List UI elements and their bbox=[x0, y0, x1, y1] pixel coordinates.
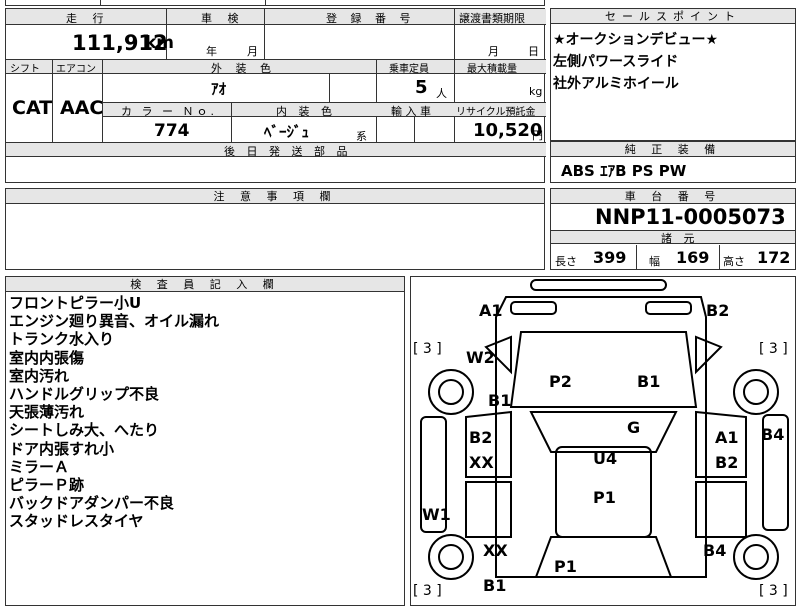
inspection-label: 車 検 bbox=[201, 12, 245, 25]
mileage-unit: km bbox=[145, 33, 175, 53]
damage-mark: B4 bbox=[703, 541, 727, 560]
damage-mark: P2 bbox=[549, 372, 572, 391]
inspector-note: トランク水入り bbox=[9, 330, 115, 349]
sales-point-line: 社外アルミホイール bbox=[553, 76, 679, 92]
inspector-note: バックドアダンパー不良 bbox=[9, 494, 175, 513]
damage-mark: B4 bbox=[761, 425, 785, 444]
damage-mark: U4 bbox=[593, 449, 618, 468]
capacity-unit: 人 bbox=[436, 87, 447, 100]
tire-mark: [ 3 ] bbox=[413, 341, 442, 357]
tire-mark: [ 3 ] bbox=[413, 583, 442, 599]
damage-mark: W2 bbox=[466, 348, 495, 367]
capacity-value: 5 bbox=[415, 77, 428, 98]
reg-label: 登 録 番 号 bbox=[326, 12, 416, 25]
height-label: 高さ bbox=[723, 255, 745, 268]
inspector-note: エンジン廻り異音、オイル漏れ bbox=[9, 312, 220, 331]
color-no-label: カ ラ ー Ｎｏ. bbox=[121, 105, 217, 118]
transfer-label: 譲渡書類期限 bbox=[459, 12, 525, 25]
height-value: 172 bbox=[757, 248, 791, 267]
inspector-note: ピラーＰ跡 bbox=[9, 476, 85, 495]
spec-grid: 走 行 車 検 登 録 番 号 譲渡書類期限 111,912 km 年 月 月 … bbox=[5, 8, 546, 183]
equipment-label: 純 正 装 備 bbox=[551, 142, 795, 157]
top-strip bbox=[5, 0, 545, 6]
ac-label: エアコン bbox=[56, 64, 96, 75]
chassis-value: NNP11-0005073 bbox=[595, 205, 786, 229]
width-label: 幅 bbox=[649, 255, 660, 268]
chassis-label: 車 台 番 号 bbox=[551, 189, 795, 204]
width-value: 169 bbox=[676, 248, 710, 267]
damage-mark: B1 bbox=[637, 372, 661, 391]
length-value: 399 bbox=[593, 248, 627, 267]
damage-mark: G bbox=[627, 418, 641, 437]
damage-mark: P1 bbox=[554, 557, 577, 576]
tire-mark: [ 3 ] bbox=[759, 583, 788, 599]
color-no-value: 774 bbox=[154, 121, 190, 141]
caution-panel: 注 意 事 項 欄 bbox=[5, 188, 545, 270]
damage-mark: A1 bbox=[715, 428, 739, 447]
shift-label: シフト bbox=[10, 64, 40, 75]
damage-mark: B2 bbox=[469, 428, 493, 447]
damage-mark: XX bbox=[483, 541, 508, 560]
damage-mark: P1 bbox=[593, 488, 616, 507]
recycle-unit: 円 bbox=[532, 129, 543, 142]
inspection-year: 年 bbox=[206, 45, 217, 58]
inspector-label: 検 査 員 記 入 欄 bbox=[6, 277, 404, 292]
recycle-label: リサイクル預託金 bbox=[456, 107, 536, 118]
equipment-panel: 純 正 装 備 ABS ｴｱB PS PW bbox=[550, 141, 796, 183]
sales-point-line: ★オークションデビュー★ bbox=[553, 32, 719, 48]
damage-mark: B1 bbox=[488, 391, 512, 410]
tire-mark: [ 3 ] bbox=[759, 341, 788, 357]
caution-label: 注 意 事 項 欄 bbox=[6, 189, 544, 204]
ac-value: AAC bbox=[60, 97, 104, 119]
damage-mark: B1 bbox=[483, 576, 507, 595]
damage-mark: XX bbox=[469, 453, 494, 472]
damage-mark: A1 bbox=[479, 301, 503, 320]
interior-value: ﾍﾞｰｼﾞｭ bbox=[264, 123, 310, 141]
equipment-value: ABS ｴｱB PS PW bbox=[561, 162, 687, 180]
sales-points-label: セールスポイント bbox=[551, 9, 795, 24]
interior-label: 内 装 色 bbox=[276, 105, 336, 118]
inspector-panel: 検 査 員 記 入 欄 フロントピラー小U エンジン廻り異音、オイル漏れ トラン… bbox=[5, 276, 405, 606]
inspector-note: ドア内張すれ小 bbox=[9, 439, 115, 458]
exterior-value: ｱｵ bbox=[211, 80, 227, 98]
inspector-note: スタッドレスタイヤ bbox=[9, 512, 144, 531]
inspector-note: 室内汚れ bbox=[9, 366, 70, 385]
damage-mark: W1 bbox=[422, 505, 451, 524]
inspector-note: ハンドルグリップ不良 bbox=[9, 385, 160, 404]
chassis-panel: 車 台 番 号 NNP11-0005073 諸 元 長さ 399 幅 169 高… bbox=[550, 188, 796, 270]
transfer-month: 月 bbox=[488, 45, 499, 58]
dimensions-label: 諸 元 bbox=[661, 232, 699, 245]
length-label: 長さ bbox=[555, 255, 577, 268]
inspector-note: フロントピラー小U bbox=[9, 294, 142, 312]
inspection-month: 月 bbox=[247, 45, 258, 58]
inspector-note: 天張薄汚れ bbox=[9, 403, 85, 422]
delivery-label: 後 日 発 送 部 品 bbox=[224, 145, 352, 158]
sales-points-panel: セールスポイント ★オークションデビュー★ 左側パワースライド 社外アルミホイー… bbox=[550, 8, 796, 141]
inspector-note: シートしみ大、へたり bbox=[9, 421, 160, 440]
transfer-day: 日 bbox=[528, 45, 539, 58]
shift-value: CAT bbox=[12, 97, 53, 119]
load-unit: kg bbox=[529, 85, 543, 98]
load-label: 最大積載量 bbox=[467, 64, 517, 75]
capacity-label: 乗車定員 bbox=[389, 64, 429, 75]
mileage-label: 走 行 bbox=[66, 12, 110, 25]
inspector-note: ミラーＡ bbox=[9, 457, 70, 476]
damage-mark: B2 bbox=[715, 453, 739, 472]
damage-mark: B2 bbox=[706, 301, 730, 320]
inspector-note: 室内内張傷 bbox=[9, 348, 85, 367]
exterior-label: 外 装 色 bbox=[211, 62, 276, 75]
sales-point-line: 左側パワースライド bbox=[553, 54, 679, 70]
import-label: 輸 入 車 bbox=[391, 105, 431, 118]
car-diagram-panel: [ 3 ] [ 3 ] [ 3 ] [ 3 ] A1 B2 W2 P2 B1 B… bbox=[410, 276, 796, 606]
